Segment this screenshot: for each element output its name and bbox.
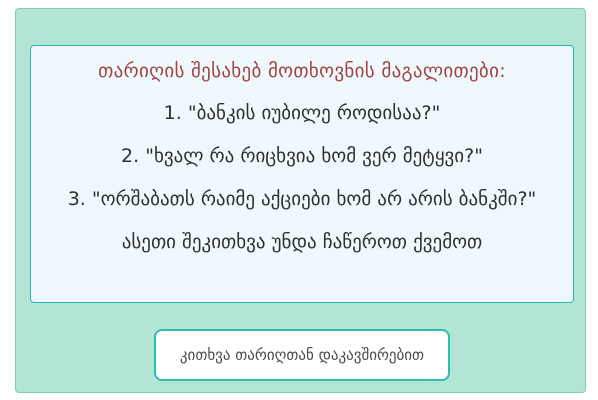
instruction-text: ასეთი შეკითხვა უნდა ჩაწეროთ ქვემოთ (121, 231, 483, 253)
example-question-2: 2. "ხვალ რა რიცხვია ხომ ვერ მეტყვი?" (121, 145, 483, 167)
example-question-3: 3. "ორშაბათს რაიმე აქციები ხომ არ არის ბ… (67, 188, 537, 210)
main-panel: თარიღის შესახებ მოთხოვნის მაგალითები: 1.… (15, 8, 586, 393)
example-question-1: 1. "ბანკის იუბილე როდისაა?" (163, 102, 441, 124)
examples-title: თარიღის შესახებ მოთხოვნის მაგალითები: (98, 60, 506, 82)
examples-box: თარიღის შესახებ მოთხოვნის მაგალითები: 1.… (30, 45, 574, 303)
ask-date-question-button[interactable]: კითხვა თარიღთან დაკავშირებით (154, 329, 450, 381)
